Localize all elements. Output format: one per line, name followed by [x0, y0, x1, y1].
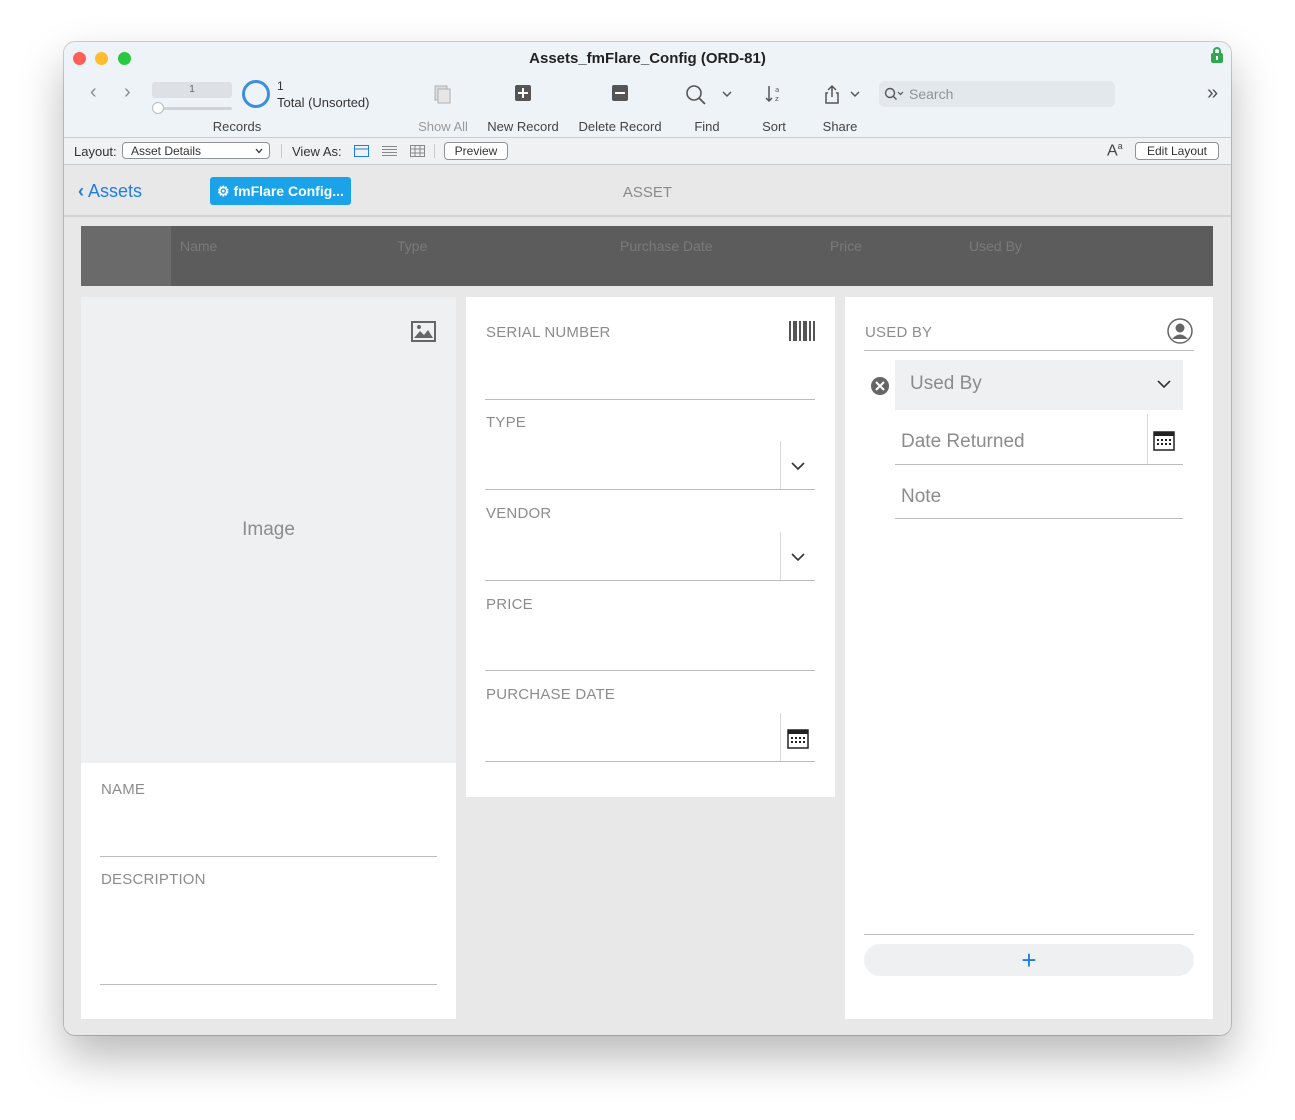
portal-bottom-line	[864, 934, 1194, 935]
calendar-icon[interactable]	[787, 729, 809, 749]
chevron-down-icon	[1157, 380, 1171, 389]
used-by-dropdown[interactable]: Used By	[895, 360, 1183, 410]
column-header-price[interactable]: Price	[830, 238, 862, 254]
separator	[434, 144, 435, 158]
show-all-button[interactable]: Show All	[418, 119, 468, 134]
note-line	[895, 518, 1183, 519]
delete-record-icon[interactable]	[611, 84, 629, 102]
layout-select[interactable]: Asset Details	[122, 142, 270, 159]
left-panel: Image NAME DESCRIPTION	[81, 297, 456, 1019]
sort-icon[interactable]: a z	[764, 84, 784, 104]
list-view-icon[interactable]	[382, 145, 397, 157]
remove-row-icon[interactable]	[870, 376, 890, 396]
price-label: PRICE	[486, 596, 533, 613]
find-dropdown-chevron-icon[interactable]	[722, 90, 732, 98]
vendor-dropdown-divider	[780, 532, 781, 580]
content-header: ‹ Assets ⚙ fmFlare Config... ASSET	[64, 165, 1231, 217]
type-label: TYPE	[486, 414, 526, 431]
column-header-purchase-date[interactable]: Purchase Date	[620, 238, 713, 254]
record-progress-circle-icon	[242, 80, 270, 108]
list-header: Name Type Purchase Date Price Used By	[81, 226, 1213, 286]
list-header-stub	[81, 226, 171, 286]
table-view-icon[interactable]	[410, 145, 425, 157]
separator	[281, 144, 282, 158]
find-button[interactable]: Find	[694, 119, 719, 134]
toolbar-overflow-icon[interactable]: »	[1207, 82, 1218, 105]
title-toolbar: Assets_fmFlare_Config (ORD-81) ‹ › 1 1 T…	[64, 42, 1231, 138]
search-input[interactable]: Search	[879, 81, 1115, 107]
column-header-used-by[interactable]: Used By	[969, 238, 1022, 254]
search-icon	[884, 87, 904, 100]
serial-number-label: SERIAL NUMBER	[486, 324, 611, 341]
right-panel: USED BY Used By Date Returned Note +	[845, 297, 1213, 1019]
vendor-label: VENDOR	[486, 505, 552, 522]
svg-text:a: a	[775, 86, 779, 94]
name-label: NAME	[101, 781, 146, 798]
description-label: DESCRIPTION	[101, 871, 206, 888]
serial-number-field[interactable]	[485, 399, 815, 400]
type-dropdown-divider	[780, 441, 781, 489]
purchase-date-field[interactable]	[485, 761, 815, 762]
middle-panel: SERIAL NUMBER TYPE VENDOR PRICE PURCHASE…	[466, 297, 835, 797]
date-returned-divider	[1147, 414, 1148, 464]
user-avatar-icon[interactable]	[1167, 318, 1193, 344]
used-by-header-line	[864, 350, 1194, 351]
section-title: ASSET	[622, 184, 673, 201]
image-container[interactable]: Image	[81, 297, 456, 763]
text-format-icon[interactable]: Aa	[1107, 141, 1123, 160]
record-count: 1	[277, 79, 284, 93]
description-field[interactable]	[100, 984, 437, 985]
records-label: Records	[212, 119, 262, 134]
record-status: Total (Unsorted)	[277, 95, 370, 110]
vendor-field[interactable]	[485, 580, 815, 581]
type-field[interactable]	[485, 489, 815, 490]
type-dropdown-chevron-icon[interactable]	[791, 462, 805, 471]
used-by-label: USED BY	[865, 324, 933, 341]
window-title: Assets_fmFlare_Config (ORD-81)	[529, 50, 766, 67]
layout-bar: Layout: Asset Details View As: Preview A…	[64, 138, 1231, 165]
new-record-button[interactable]: New Record	[487, 119, 559, 134]
search-placeholder: Search	[909, 86, 954, 102]
barcode-icon[interactable]	[789, 321, 815, 341]
next-record-icon[interactable]: ›	[124, 82, 131, 102]
name-field[interactable]	[100, 856, 437, 857]
share-icon[interactable]	[823, 84, 841, 104]
share-dropdown-chevron-icon[interactable]	[850, 90, 860, 98]
image-icon[interactable]	[411, 321, 436, 342]
app-window: Assets_fmFlare_Config (ORD-81) ‹ › 1 1 T…	[64, 42, 1231, 1035]
record-slider-knob[interactable]	[152, 102, 164, 114]
column-header-type[interactable]: Type	[397, 238, 427, 254]
vendor-dropdown-chevron-icon[interactable]	[791, 553, 805, 562]
delete-record-button[interactable]: Delete Record	[578, 119, 661, 134]
view-as-label: View As:	[292, 144, 342, 159]
price-field[interactable]	[485, 670, 815, 671]
note-field[interactable]: Note	[901, 486, 941, 508]
form-view-icon[interactable]	[354, 145, 369, 157]
add-used-by-button[interactable]: +	[864, 944, 1194, 976]
chevron-down-icon	[255, 148, 263, 154]
layout-label: Layout:	[74, 144, 117, 159]
layout-select-value: Asset Details	[131, 144, 202, 158]
date-returned-field[interactable]: Date Returned	[901, 431, 1025, 453]
sort-button[interactable]: Sort	[762, 119, 786, 134]
layout-content: ‹ Assets ⚙ fmFlare Config... ASSET Name …	[64, 165, 1231, 1035]
record-slider[interactable]	[152, 107, 232, 110]
edit-layout-button[interactable]: Edit Layout	[1135, 142, 1219, 160]
show-all-icon[interactable]	[433, 84, 453, 104]
image-placeholder-label: Image	[242, 519, 295, 540]
purchase-date-divider	[780, 713, 781, 761]
date-returned-line	[895, 464, 1183, 465]
new-record-icon[interactable]	[514, 84, 532, 102]
svg-text:z: z	[775, 95, 779, 103]
calendar-icon[interactable]	[1153, 431, 1175, 451]
used-by-placeholder: Used By	[910, 373, 982, 394]
purchase-date-label: PURCHASE DATE	[486, 686, 616, 703]
find-icon[interactable]	[685, 84, 707, 106]
lock-icon[interactable]	[1210, 47, 1224, 63]
record-number-field[interactable]: 1	[152, 82, 232, 98]
previous-record-icon[interactable]: ‹	[90, 82, 97, 102]
column-header-name[interactable]: Name	[180, 238, 217, 254]
preview-button[interactable]: Preview	[444, 142, 508, 160]
share-button[interactable]: Share	[823, 119, 858, 134]
